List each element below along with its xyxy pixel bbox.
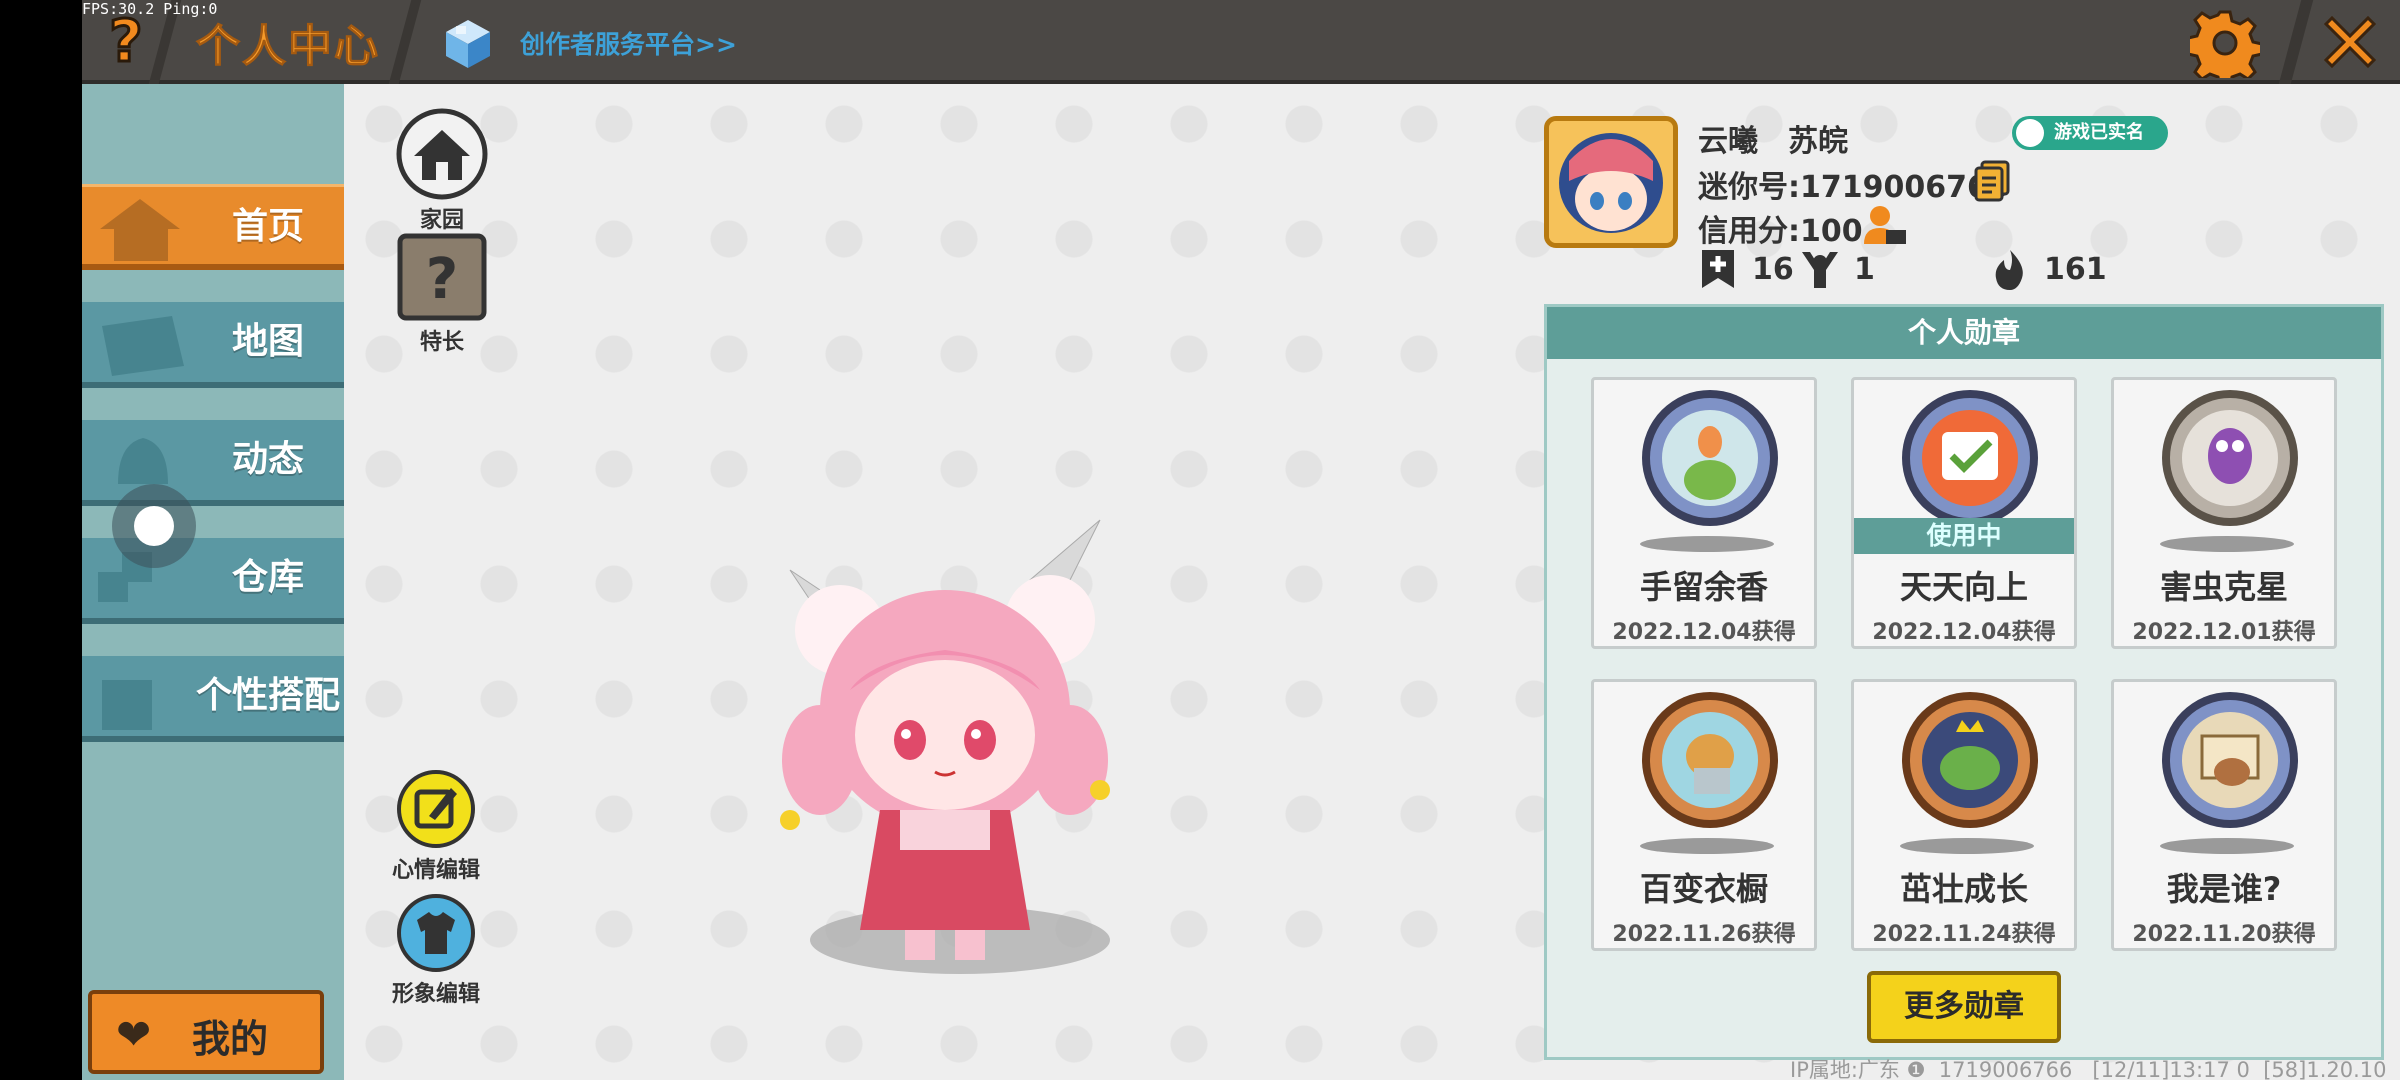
medal-date: 2022.11.20获得 — [2132, 922, 2316, 947]
close-icon[interactable] — [2316, 8, 2384, 76]
medal-name: 我是谁? — [2166, 870, 2282, 908]
medal-card[interactable]: 害虫克星 2022.12.01获得 — [2111, 377, 2337, 649]
medal-card[interactable]: 使用中 天天向上 2022.12.04获得 — [1851, 377, 2077, 649]
medal-name: 茁壮成长 — [1899, 870, 2028, 908]
mine-button[interactable]: ❤ 我的 — [88, 990, 324, 1074]
medal-panel-title: 个人勋章 — [1547, 307, 2381, 359]
medal-date: 2022.11.24获得 — [1872, 922, 2056, 947]
home-icon — [100, 199, 180, 261]
svg-text:?: ? — [426, 247, 458, 312]
player-character[interactable] — [730, 510, 1150, 980]
heat-count: 161 — [1990, 248, 2107, 290]
medal-card[interactable]: 百变衣橱 2022.11.26获得 — [1591, 679, 1817, 951]
medal-panel: 个人勋章 手留余香 2022.12.04获得 使用中 天天向上 2022.12.… — [1544, 304, 2384, 1060]
more-medals-button[interactable]: 更多勋章 — [1867, 971, 2061, 1043]
medal-shadow — [1640, 838, 1774, 854]
mood-edit-label: 心情编辑 — [392, 858, 481, 883]
mine-label: 我的 — [192, 1017, 269, 1061]
medal-name: 害虫克星 — [2159, 568, 2288, 606]
medal-shadow — [2160, 536, 2294, 552]
sidebar-item-feed[interactable]: 动态 — [82, 420, 344, 506]
cube-icon[interactable] — [442, 16, 494, 72]
medal-date: 2022.12.01获得 — [2132, 620, 2316, 645]
footer-info: IP属地:广东 ❶ 1719006766 [12/11]13:17 0 [58]… — [1790, 1058, 2387, 1080]
medal-icon — [2162, 692, 2298, 828]
sidebar-item-label: 地图 — [231, 321, 304, 362]
medal-date: 2022.12.04获得 — [1612, 620, 1796, 645]
gear-icon[interactable] — [2190, 8, 2260, 78]
medal-date: 2022.11.26获得 — [1612, 922, 1796, 947]
medal-icon — [1642, 692, 1778, 828]
top-bar — [82, 0, 2400, 84]
add-bookmark-icon — [1702, 250, 1734, 288]
outfit-icon — [102, 680, 152, 730]
map-icon — [102, 316, 184, 376]
medal-name: 天天向上 — [1899, 568, 2028, 606]
flame-icon — [1995, 250, 2023, 290]
credit-score: 信用分:100 — [1698, 214, 1863, 249]
mini-id: 迷你号:1719006766 — [1698, 170, 2009, 205]
in-use-badge: 使用中 — [1854, 518, 2074, 554]
heart-icon: ❤ — [116, 1010, 152, 1059]
medal-card[interactable]: 手留余香 2022.12.04获得 — [1591, 377, 1817, 649]
avatar-image — [1549, 121, 1673, 243]
mood-edit-button[interactable]: 心情编辑 — [392, 768, 480, 884]
house-icon — [396, 108, 488, 200]
copy-icon[interactable] — [1972, 160, 2012, 202]
verified-user-icon — [2016, 119, 2044, 147]
medal-shadow — [2160, 838, 2294, 854]
fans-count: 1 — [1800, 248, 1875, 290]
medal-icon — [2162, 390, 2298, 526]
edit-icon — [397, 770, 475, 848]
skill-label: 特长 — [419, 330, 464, 355]
sidebar-item-outfit[interactable]: 个性搭配 — [82, 656, 344, 742]
medal-shadow — [1640, 536, 1774, 552]
medal-icon — [1902, 692, 2038, 828]
sidebar-item-label: 仓库 — [231, 557, 304, 598]
avatar[interactable] — [1544, 116, 1678, 248]
cheer-icon — [1802, 252, 1838, 288]
avatar-edit-button[interactable]: 形象编辑 — [392, 892, 480, 1008]
medal-icon — [1642, 390, 1778, 526]
medal-name: 百变衣橱 — [1639, 870, 1768, 908]
sidebar-item-label: 个性搭配 — [195, 675, 340, 716]
home-garden-button[interactable]: 家园 — [396, 108, 488, 234]
friend-count: 16 — [1698, 248, 1794, 290]
sidebar-item-label: 首页 — [231, 206, 304, 247]
medal-date: 2022.12.04获得 — [1872, 620, 2056, 645]
medal-name: 手留余香 — [1639, 568, 1768, 606]
shirt-icon — [397, 894, 475, 972]
medal-card[interactable]: 茁壮成长 2022.11.24获得 — [1851, 679, 2077, 951]
page-title: 个人中心 — [196, 21, 380, 73]
sidebar-item-label: 动态 — [231, 439, 304, 480]
medal-card[interactable]: 我是谁? 2022.11.20获得 — [2111, 679, 2337, 951]
skill-button[interactable]: ? 特长 — [396, 232, 488, 356]
creator-platform-link[interactable]: 创作者服务平台>> — [520, 25, 737, 61]
medal-shadow — [1900, 838, 2034, 854]
mystery-box-icon: ? — [397, 233, 487, 321]
sidebar-item-home[interactable]: 首页 — [82, 184, 344, 270]
credit-user-icon[interactable] — [1862, 204, 1908, 248]
home-garden-label: 家园 — [419, 208, 464, 233]
left-black-bar — [0, 0, 82, 1080]
medal-icon — [1902, 390, 2038, 526]
floating-assist-button[interactable] — [112, 484, 196, 568]
realname-badge[interactable]: 游戏已实名 — [2012, 116, 2168, 150]
player-name: 云曦 苏皖 — [1698, 124, 1848, 159]
fps-readout: FPS:30.2 Ping:0 — [82, 0, 218, 18]
avatar-edit-label: 形象编辑 — [392, 982, 481, 1007]
sidebar-item-map[interactable]: 地图 — [82, 302, 344, 388]
